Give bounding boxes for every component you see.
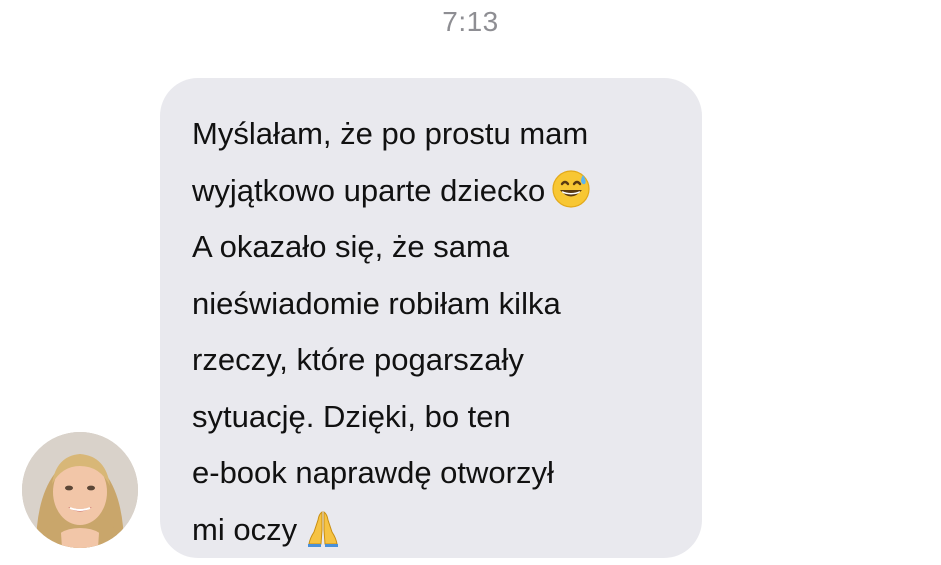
message-line: e-book naprawdę otworzył [192, 455, 554, 490]
message-line: A okazało się, że sama [192, 229, 510, 264]
message-line: Myślałam, że po prostu mam [192, 116, 589, 151]
chat-view: 7:13 Myślałam, że po prostu mam wyjątkow… [0, 0, 941, 565]
grinning-sweat-emoji [551, 169, 591, 209]
folded-hands-emoji [303, 508, 343, 548]
woman-portrait-avatar [22, 432, 138, 548]
message-line: nieświadomie robiłam kilka [192, 285, 561, 321]
message-bubble[interactable]: Myślałam, że po prostu mam wyjątkowo upa… [160, 78, 702, 558]
message-timestamp: 7:13 [442, 6, 499, 37]
sender-avatar[interactable] [22, 432, 138, 548]
message-line: rzeczy, które pogarszały [192, 342, 524, 377]
message-line: sytuację. Dzięki, bo ten [192, 398, 511, 434]
message-line: wyjątkowo uparte dziecko [192, 163, 672, 220]
message-line: mi oczy [192, 502, 672, 559]
